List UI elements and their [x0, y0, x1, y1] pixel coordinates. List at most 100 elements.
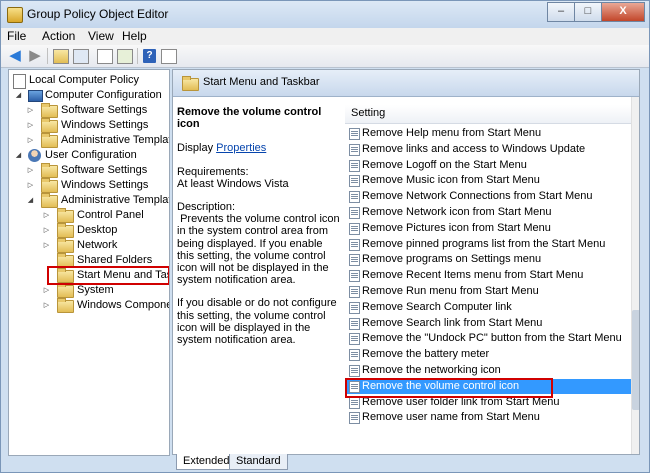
- setting-row[interactable]: Remove Logoff on the Start Menu: [345, 158, 631, 173]
- export-icon[interactable]: [117, 49, 133, 64]
- menu-action[interactable]: Action: [42, 28, 75, 45]
- tree-item-windows-components[interactable]: ▷ Windows Components: [11, 298, 169, 313]
- policy-setting-icon: [349, 396, 360, 409]
- setting-row[interactable]: Remove the "Undock PC" button from the S…: [345, 331, 631, 346]
- tree-item-local-computer-policy[interactable]: Local Computer Policy: [11, 73, 169, 89]
- setting-row[interactable]: Remove Help menu from Start Menu: [345, 126, 631, 141]
- folder-icon: [57, 298, 74, 313]
- setting-row[interactable]: Remove Search link from Start Menu: [345, 316, 631, 331]
- expand-arrow-icon[interactable]: ▷: [42, 208, 51, 223]
- maximize-button[interactable]: □: [574, 2, 602, 22]
- tree-item-user-software-settings[interactable]: ▷ Software Settings: [11, 163, 169, 178]
- description-text-2: If you disable or do not configure this …: [177, 297, 337, 347]
- properties-link[interactable]: Properties: [216, 142, 266, 154]
- setting-row[interactable]: Remove programs on Settings menu: [345, 252, 631, 267]
- policy-doc-icon: [13, 74, 26, 89]
- settings-scrollbar[interactable]: [631, 97, 639, 454]
- setting-row[interactable]: Remove Network Connections from Start Me…: [345, 189, 631, 204]
- expand-arrow-icon[interactable]: ▷: [42, 298, 51, 313]
- setting-label: Remove the networking icon: [362, 364, 501, 376]
- menu-help[interactable]: Help: [122, 28, 147, 45]
- expand-arrow-icon[interactable]: ▷: [26, 133, 35, 148]
- tab-standard[interactable]: Standard: [229, 454, 288, 470]
- tree-item-user-administrative-templates[interactable]: ◢ Administrative Templates: [11, 193, 169, 208]
- policy-setting-icon: [349, 207, 360, 219]
- expand-arrow-icon[interactable]: ▷: [26, 178, 35, 193]
- policy-setting-icon: [349, 128, 360, 140]
- tree-item-software-settings[interactable]: ▷ Software Settings: [11, 103, 169, 118]
- setting-row[interactable]: Remove links and access to Windows Updat…: [345, 142, 631, 157]
- settings-list: Setting Remove Help menu from Start Menu…: [345, 97, 631, 454]
- scrollbar-thumb[interactable]: [632, 310, 639, 410]
- description-panel: Remove the volume control icon Display P…: [177, 106, 342, 346]
- tree-item-network[interactable]: ▷ Network: [11, 238, 169, 253]
- tree-item-windows-settings[interactable]: ▷ Windows Settings: [11, 118, 169, 133]
- collapse-arrow-icon[interactable]: ◢: [14, 148, 23, 163]
- setting-row[interactable]: Remove user name from Start Menu: [345, 410, 631, 425]
- policy-setting-icon: [349, 286, 360, 298]
- close-button[interactable]: X: [601, 2, 645, 22]
- up-folder-icon[interactable]: [53, 49, 69, 64]
- user-icon: [28, 149, 41, 162]
- setting-row[interactable]: Remove the battery meter: [345, 347, 631, 362]
- collapse-arrow-icon[interactable]: ◢: [26, 193, 35, 208]
- setting-row[interactable]: Remove Music icon from Start Menu: [345, 173, 631, 188]
- gpedit-app-icon: [7, 7, 23, 23]
- expand-arrow-icon[interactable]: ▷: [42, 223, 51, 238]
- column-header-label: Setting: [351, 107, 386, 119]
- show-tree-icon[interactable]: [73, 49, 89, 64]
- tree-item-system[interactable]: ▷ System: [11, 283, 169, 298]
- column-header-setting[interactable]: Setting: [345, 105, 631, 124]
- help-icon[interactable]: ?: [143, 49, 156, 63]
- setting-row[interactable]: Remove Run menu from Start Menu: [345, 284, 631, 299]
- view-tabs: Extended Standard: [172, 454, 638, 472]
- setting-row[interactable]: Remove the networking icon: [345, 363, 631, 378]
- tree-item-computer-configuration[interactable]: ◢ Computer Configuration: [11, 88, 169, 103]
- policy-setting-icon: [349, 222, 360, 235]
- list-highlight-annotation: [345, 378, 553, 398]
- tree-highlight-annotation: [47, 266, 169, 285]
- setting-label: Remove programs on Settings menu: [362, 253, 542, 266]
- setting-row[interactable]: Remove pinned programs list from the Sta…: [345, 237, 631, 252]
- expand-arrow-icon[interactable]: ▷: [42, 238, 51, 253]
- setting-label: Remove Run menu from Start Menu: [362, 285, 539, 297]
- minimize-button[interactable]: –: [547, 2, 575, 22]
- folder-icon: [57, 283, 74, 298]
- window-title: Group Policy Object Editor: [27, 7, 169, 21]
- setting-row[interactable]: Remove Pictures icon from Start Menu: [345, 221, 631, 236]
- folder-icon: [41, 103, 58, 118]
- setting-label: Remove Logoff on the Start Menu: [362, 158, 527, 171]
- setting-row[interactable]: Remove Recent Items menu from Start Menu: [345, 268, 631, 283]
- tree-item-user-windows-settings[interactable]: ▷ Windows Settings: [11, 178, 169, 193]
- setting-row[interactable]: Remove Network icon from Start Menu: [345, 205, 631, 220]
- forward-arrow-icon[interactable]: ▶: [27, 48, 43, 64]
- menu-view[interactable]: View: [88, 28, 114, 45]
- policy-setting-icon: [349, 175, 360, 188]
- tab-extended[interactable]: Extended: [176, 454, 237, 470]
- details-pane: Start Menu and Taskbar Remove the volume…: [172, 69, 640, 455]
- folder-icon: [182, 76, 199, 91]
- setting-row[interactable]: Remove Search Computer link: [345, 300, 631, 315]
- collapse-arrow-icon[interactable]: ◢: [14, 88, 23, 103]
- expand-arrow-icon[interactable]: ▷: [26, 163, 35, 178]
- tree-pane: Local Computer Policy ◢ Computer Configu…: [8, 69, 170, 456]
- tree-item-desktop[interactable]: ▷ Desktop: [11, 223, 169, 238]
- expand-arrow-icon[interactable]: ▷: [42, 283, 51, 298]
- folder-icon: [41, 163, 58, 178]
- view-icon[interactable]: [161, 49, 177, 64]
- policy-setting-icon: [349, 270, 360, 283]
- description-text: Prevents the volume control icon in the …: [177, 213, 343, 287]
- back-arrow-icon[interactable]: ◀: [7, 48, 23, 64]
- menu-file[interactable]: File: [7, 28, 26, 45]
- policy-setting-icon: [349, 191, 360, 204]
- tree-item-control-panel[interactable]: ▷ Control Panel: [11, 208, 169, 223]
- expand-arrow-icon[interactable]: ▷: [26, 118, 35, 133]
- folder-icon: [57, 223, 74, 238]
- setting-label: Remove Search Computer link: [362, 300, 512, 313]
- computer-icon: [28, 90, 43, 102]
- policy-title: Remove the volume control icon: [177, 106, 322, 131]
- tree-item-administrative-templates[interactable]: ▷ Administrative Templates: [11, 133, 169, 148]
- tree-item-user-configuration[interactable]: ◢ User Configuration: [11, 148, 169, 163]
- properties-icon[interactable]: [97, 49, 113, 64]
- expand-arrow-icon[interactable]: ▷: [26, 103, 35, 118]
